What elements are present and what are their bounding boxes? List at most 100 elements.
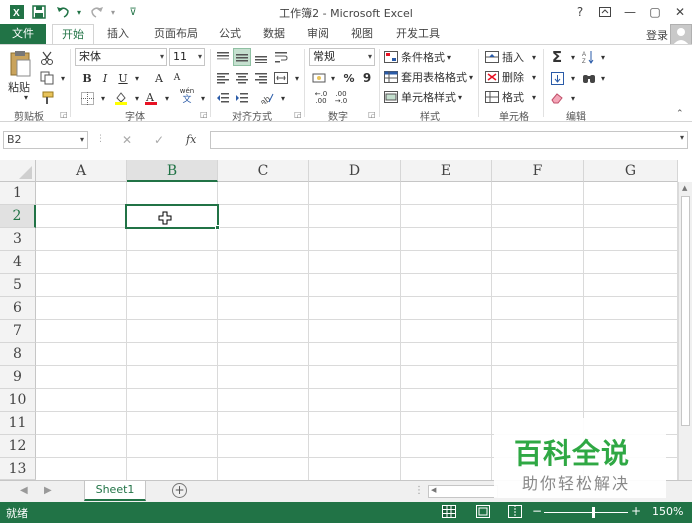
row-header-8[interactable]: 8 bbox=[0, 343, 36, 366]
collapse-ribbon-icon[interactable]: ⌃ bbox=[676, 109, 684, 119]
cut-icon[interactable] bbox=[38, 49, 56, 67]
increase-decimal-button[interactable]: ←.0 .00 bbox=[310, 89, 332, 107]
align-right-icon[interactable] bbox=[252, 69, 270, 87]
tab-review[interactable]: 审阅 bbox=[300, 24, 336, 44]
align-top-icon[interactable] bbox=[214, 48, 232, 66]
number-launcher-icon[interactable]: ◲ bbox=[368, 110, 376, 119]
login-link[interactable]: 登录 bbox=[646, 27, 668, 43]
page-layout-view-icon[interactable] bbox=[476, 505, 490, 521]
clipboard-launcher-icon[interactable]: ◲ bbox=[60, 110, 68, 119]
zoom-in-button[interactable]: + bbox=[631, 504, 641, 518]
paste-dropdown-icon[interactable]: ▾ bbox=[24, 93, 28, 102]
tab-insert[interactable]: 插入 bbox=[98, 24, 138, 44]
zoom-slider-thumb[interactable] bbox=[592, 507, 595, 518]
selected-cell[interactable] bbox=[125, 204, 219, 229]
sort-filter-dropdown-icon[interactable]: ▾ bbox=[594, 48, 612, 66]
tab-file[interactable]: 文件 bbox=[0, 24, 46, 44]
tab-developer[interactable]: 开发工具 bbox=[390, 24, 446, 44]
insert-function-button[interactable]: fx bbox=[186, 133, 196, 146]
fill-handle[interactable] bbox=[215, 225, 220, 230]
borders-dropdown-icon[interactable]: ▾ bbox=[94, 89, 112, 107]
comma-style-button[interactable]: 9 bbox=[358, 69, 376, 87]
formula-input[interactable]: ▾ bbox=[210, 131, 688, 149]
avatar[interactable] bbox=[670, 24, 692, 46]
row-header-9[interactable]: 9 bbox=[0, 366, 36, 389]
row-header-11[interactable]: 11 bbox=[0, 412, 36, 435]
format-painter-icon[interactable] bbox=[38, 89, 56, 107]
decrease-decimal-button[interactable]: .00 →.0 bbox=[330, 89, 352, 107]
row-header-4[interactable]: 4 bbox=[0, 251, 36, 274]
delete-cells-button[interactable]: 删除 ▾ bbox=[485, 69, 536, 85]
percent-button[interactable]: % bbox=[340, 69, 358, 87]
align-middle-icon[interactable] bbox=[233, 48, 251, 66]
row-header-10[interactable]: 10 bbox=[0, 389, 36, 412]
bold-button[interactable]: B bbox=[78, 69, 96, 87]
tab-view[interactable]: 视图 bbox=[344, 24, 380, 44]
column-header-e[interactable]: E bbox=[401, 160, 492, 182]
row-header-6[interactable]: 6 bbox=[0, 297, 36, 320]
alignment-launcher-icon[interactable]: ◲ bbox=[294, 110, 302, 119]
tab-home[interactable]: 开始 bbox=[52, 24, 94, 44]
underline-dropdown-icon[interactable]: ▾ bbox=[128, 69, 146, 87]
page-break-preview-icon[interactable] bbox=[508, 505, 522, 521]
decrease-indent-icon[interactable] bbox=[214, 89, 232, 107]
zoom-out-button[interactable]: − bbox=[532, 504, 542, 518]
align-left-icon[interactable] bbox=[214, 69, 232, 87]
row-header-2[interactable]: 2 bbox=[0, 205, 36, 228]
italic-button[interactable]: I bbox=[96, 69, 114, 87]
align-bottom-icon[interactable] bbox=[252, 48, 270, 66]
row-header-13[interactable]: 13 bbox=[0, 458, 36, 480]
column-header-f[interactable]: F bbox=[492, 160, 584, 182]
shrink-font-button[interactable]: A bbox=[168, 69, 186, 87]
row-header-12[interactable]: 12 bbox=[0, 435, 36, 458]
conditional-formatting-button[interactable]: 条件格式 ▾ bbox=[384, 49, 451, 65]
paste-icon[interactable] bbox=[8, 49, 34, 79]
orientation-dropdown-icon[interactable]: ▾ bbox=[274, 89, 292, 107]
normal-view-icon[interactable] bbox=[442, 505, 456, 521]
cell-styles-button[interactable]: 单元格样式 ▾ bbox=[384, 89, 462, 105]
name-box[interactable]: B2 ▾ bbox=[3, 131, 88, 149]
cancel-entry-button[interactable]: ✕ bbox=[122, 133, 132, 147]
font-color-dropdown-icon[interactable]: ▾ bbox=[158, 89, 176, 107]
row-header-7[interactable]: 7 bbox=[0, 320, 36, 343]
tab-formulas[interactable]: 公式 bbox=[212, 24, 248, 44]
row-header-3[interactable]: 3 bbox=[0, 228, 36, 251]
row-header-5[interactable]: 5 bbox=[0, 274, 36, 297]
align-center-icon[interactable] bbox=[233, 69, 251, 87]
tab-data[interactable]: 数据 bbox=[256, 24, 292, 44]
column-header-b[interactable]: B bbox=[127, 160, 218, 182]
ribbon-display-options-icon[interactable] bbox=[593, 2, 617, 22]
close-button[interactable]: ✕ bbox=[668, 2, 692, 22]
column-header-g[interactable]: G bbox=[584, 160, 678, 182]
zoom-slider-track[interactable] bbox=[544, 512, 628, 513]
minimize-button[interactable]: — bbox=[618, 2, 642, 22]
confirm-entry-button[interactable]: ✓ bbox=[154, 133, 164, 147]
scroll-sheets-right-icon[interactable]: ▶ bbox=[44, 485, 52, 496]
column-header-d[interactable]: D bbox=[309, 160, 401, 182]
select-all-button[interactable] bbox=[0, 160, 36, 182]
sheet-tab[interactable]: Sheet1 bbox=[84, 481, 146, 501]
scroll-up-icon[interactable]: ▲ bbox=[682, 184, 687, 192]
column-header-c[interactable]: C bbox=[218, 160, 309, 182]
wrap-text-icon[interactable] bbox=[272, 48, 290, 66]
scroll-thumb[interactable] bbox=[681, 196, 690, 426]
font-name-combo[interactable]: 宋体 ▾ bbox=[75, 48, 167, 66]
format-as-table-button[interactable]: 套用表格格式 ▾ bbox=[384, 69, 473, 85]
font-launcher-icon[interactable]: ◲ bbox=[200, 110, 208, 119]
horizontal-scrollbar[interactable]: ◀ bbox=[428, 485, 498, 498]
zoom-level[interactable]: 150% bbox=[652, 505, 683, 518]
row-header-1[interactable]: 1 bbox=[0, 182, 36, 205]
find-select-dropdown-icon[interactable]: ▾ bbox=[594, 69, 612, 87]
number-format-combo[interactable]: 常规 ▾ bbox=[309, 48, 375, 66]
add-sheet-button[interactable]: + bbox=[172, 483, 187, 498]
increase-indent-icon[interactable] bbox=[233, 89, 251, 107]
help-button[interactable]: ? bbox=[568, 2, 592, 22]
tab-page-layout[interactable]: 页面布局 bbox=[144, 24, 208, 44]
grow-font-button[interactable]: A bbox=[150, 69, 168, 87]
insert-cells-button[interactable]: 插入 ▾ bbox=[485, 49, 536, 65]
vertical-scrollbar[interactable]: ▲ bbox=[678, 182, 692, 480]
restore-button[interactable]: ▢ bbox=[643, 2, 667, 22]
expand-formula-bar-icon[interactable]: ▾ bbox=[680, 133, 684, 142]
clear-dropdown-icon[interactable]: ▾ bbox=[564, 89, 582, 107]
tab-split-handle-icon[interactable]: ⋮ bbox=[414, 485, 424, 496]
